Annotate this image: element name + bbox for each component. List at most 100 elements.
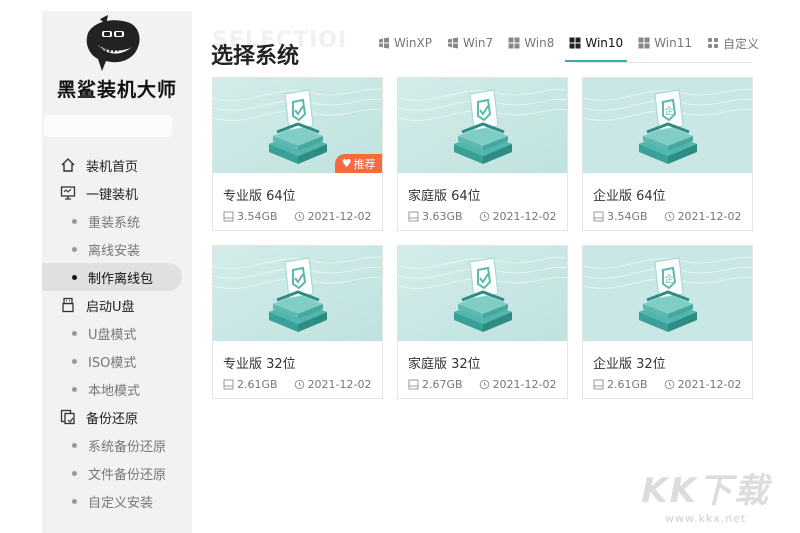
watermark-url: www.kkx.net (665, 512, 747, 525)
date-group: 2021-12-02 (664, 210, 742, 223)
tab-win10[interactable]: Win10 (565, 33, 627, 62)
sidebar-item-usb-mode[interactable]: U盘模式 (42, 319, 192, 347)
clock-icon (294, 379, 305, 390)
sidebar-item-backup-restore[interactable]: 备份还原 (42, 403, 192, 431)
badge-label: 推荐 (353, 157, 376, 171)
tab-win8[interactable]: Win8 (508, 33, 554, 53)
system-meta: 2.61GB 2021-12-02 (223, 378, 383, 391)
sidebar-item-offline-install[interactable]: 离线安装 (42, 235, 192, 263)
disk-icon (223, 211, 234, 222)
bullet-dot (72, 470, 77, 476)
sidebar-item-label: 自定义安装 (88, 495, 154, 511)
tab-label: WinXP (394, 36, 432, 50)
tab-label: Win11 (654, 36, 692, 50)
system-name: 专业版 64位 (223, 189, 296, 204)
os-tabs: WinXP Win7 Win8 Win10 Win11 自定义 (378, 33, 774, 63)
sidebar-item-boot-usb[interactable]: 启动U盘 (42, 291, 192, 319)
sidebar-item-local-mode[interactable]: 本地模式 (42, 375, 192, 403)
disk-icon (408, 211, 419, 222)
clock-icon (664, 379, 675, 390)
system-name: 企业版 32位 (593, 357, 666, 372)
tab-win7[interactable]: Win7 (447, 33, 493, 53)
sidebar-item-iso-mode[interactable]: ISO模式 (42, 347, 192, 375)
date-group: 2021-12-02 (294, 378, 372, 391)
system-card[interactable]: ♥ 推荐专业版 64位 3.54GB 2021-12-02 (212, 77, 383, 231)
system-name: 家庭版 64位 (408, 189, 481, 204)
monitor-icon (60, 185, 76, 201)
sidebar-item-file-backup[interactable]: 文件备份还原 (42, 459, 192, 487)
enterprise-shield-box-icon: 企 (583, 78, 752, 173)
heart-icon: ♥ (341, 157, 352, 170)
bullet-dot (72, 246, 77, 252)
system-size: 3.54GB (607, 210, 648, 223)
site-watermark: KK下载 www.kkx.net (641, 463, 770, 525)
user-info-blurred (44, 115, 172, 137)
system-card[interactable]: 家庭版 32位 2.67GB 2021-12-02 (397, 245, 568, 399)
clock-icon (479, 379, 490, 390)
tab-custom[interactable]: 自定义 (707, 33, 759, 53)
sidebar-item-label: ISO模式 (88, 355, 137, 371)
sidebar-nav: 装机首页 一键装机 重装系统 离线安装 制作离线包 启动U盘 U盘模式 ISO模… (42, 151, 192, 515)
date-group: 2021-12-02 (479, 378, 557, 391)
tabs-divider (576, 62, 752, 63)
tab-label: 自定义 (723, 36, 760, 51)
sidebar-item-reinstall[interactable]: 重装系统 (42, 207, 192, 235)
system-card[interactable]: 家庭版 64位 3.63GB 2021-12-02 (397, 77, 568, 231)
sidebar-item-label: 离线安装 (88, 243, 141, 259)
sidebar-item-one-click-install[interactable]: 一键装机 (42, 179, 192, 207)
custom-grid-icon (707, 37, 719, 49)
date-group: 2021-12-02 (479, 210, 557, 223)
windows-11-icon (638, 37, 650, 49)
system-card[interactable]: 企 企业版 64位 3.54GB 2021-12-02 (582, 77, 753, 231)
disk-icon (223, 379, 234, 390)
system-date: 2021-12-02 (677, 378, 742, 391)
sidebar-item-label: U盘模式 (88, 327, 137, 343)
system-meta: 3.54GB 2021-12-02 (593, 210, 753, 223)
sidebar-item-make-offline-package[interactable]: 制作离线包 (42, 263, 182, 291)
date-group: 2021-12-02 (294, 210, 372, 223)
sidebar-item-label: 本地模式 (88, 383, 141, 399)
system-card[interactable]: 专业版 32位 2.61GB 2021-12-02 (212, 245, 383, 399)
bullet-dot (72, 386, 77, 392)
watermark-logo-text: KK下载 (641, 471, 770, 511)
shark-logo-icon (80, 15, 144, 75)
sidebar-item-home[interactable]: 装机首页 (42, 151, 192, 179)
windows-xp-icon (378, 37, 390, 49)
bullet-dot (72, 330, 77, 336)
sidebar-item-label: 制作离线包 (88, 271, 154, 287)
system-name: 企业版 64位 (593, 189, 666, 204)
system-meta: 3.54GB 2021-12-02 (223, 210, 383, 223)
system-meta: 2.67GB 2021-12-02 (408, 378, 568, 391)
system-date: 2021-12-02 (677, 210, 742, 223)
bullet-dot (72, 274, 77, 280)
disk-icon (593, 379, 604, 390)
usb-icon (60, 297, 76, 313)
sidebar-item-label: 文件备份还原 (88, 467, 167, 483)
sidebar-item-label: 启动U盘 (86, 299, 135, 315)
system-meta: 2.61GB 2021-12-02 (593, 378, 753, 391)
tab-label: Win7 (463, 36, 494, 50)
tab-label: Win10 (585, 36, 624, 50)
tab-winxp[interactable]: WinXP (378, 33, 432, 53)
system-date: 2021-12-02 (307, 378, 372, 391)
sidebar: 黑鲨装机大师 装机首页 一键装机 重装系统 离线安装 制作离线包 启动U盘 U盘… (42, 11, 192, 533)
system-date: 2021-12-02 (492, 210, 557, 223)
svg-text:企: 企 (664, 105, 673, 117)
check-shield-box-icon (398, 78, 567, 173)
system-card[interactable]: 企 企业版 32位 2.61GB 2021-12-02 (582, 245, 753, 399)
date-group: 2021-12-02 (664, 378, 742, 391)
system-date: 2021-12-02 (307, 210, 372, 223)
bullet-dot (72, 442, 77, 448)
system-size: 2.61GB (607, 378, 648, 391)
windows-7-icon (447, 37, 459, 49)
sidebar-item-system-backup[interactable]: 系统备份还原 (42, 431, 192, 459)
tab-label: Win8 (524, 36, 555, 50)
home-icon (60, 157, 76, 173)
tab-win11[interactable]: Win11 (638, 33, 692, 53)
system-size: 3.54GB (237, 210, 278, 223)
system-size: 3.63GB (422, 210, 463, 223)
enterprise-shield-box-icon: 企 (583, 246, 752, 341)
clock-icon (479, 211, 490, 222)
sidebar-item-custom-install[interactable]: 自定义安装 (42, 487, 192, 515)
disk-icon (593, 211, 604, 222)
